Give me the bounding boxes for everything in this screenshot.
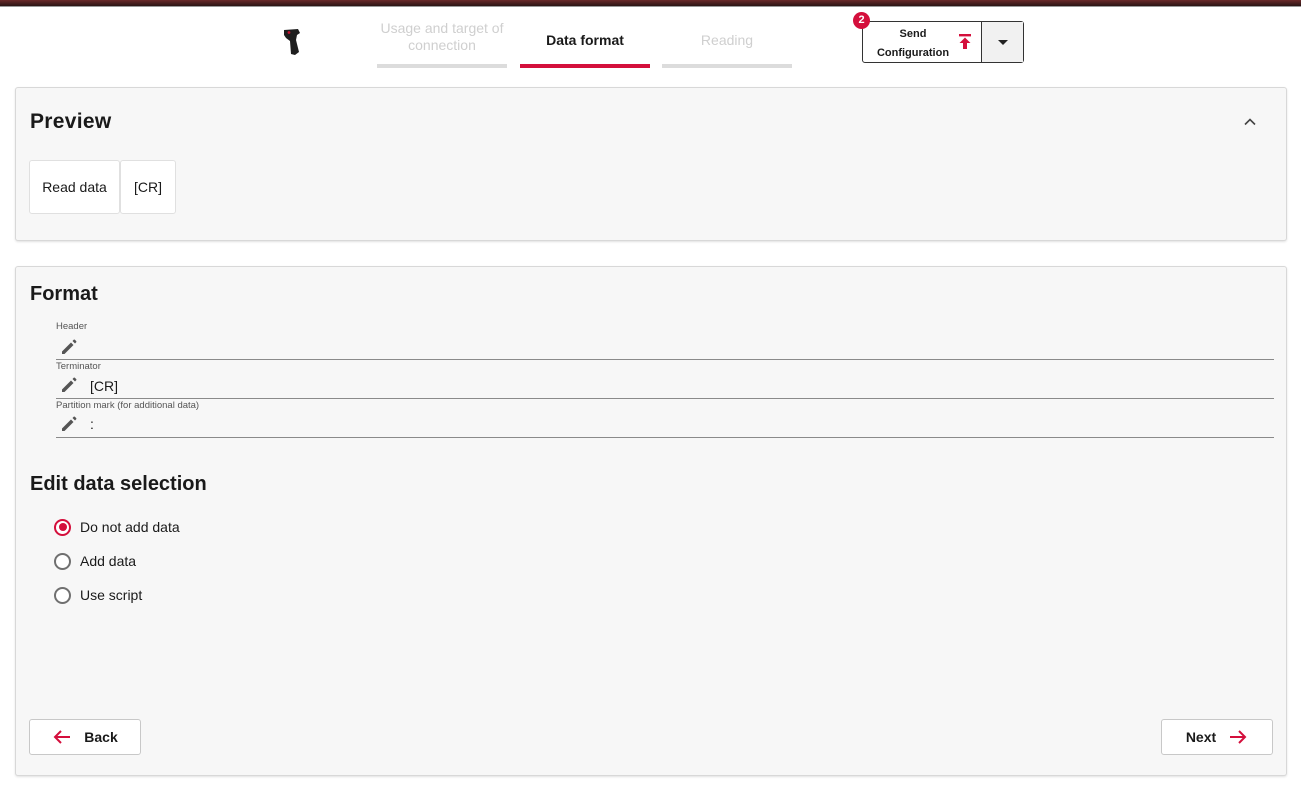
pending-changes-badge: 2	[853, 12, 870, 29]
radio-use-script[interactable]: Use script	[54, 585, 142, 605]
step-label: Usage and target of connection	[380, 20, 504, 53]
partition-mark-field-label: Partition mark (for additional data)	[56, 400, 200, 411]
send-configuration-split-button: Send Configuration	[862, 21, 1024, 63]
radio-button-selected[interactable]	[54, 518, 71, 536]
chevron-up-icon[interactable]	[1242, 114, 1258, 130]
step-label: Reading	[700, 32, 754, 48]
arrow-left-icon	[53, 730, 71, 744]
preview-chip-read-data: Read data	[29, 160, 120, 214]
partition-mark-field-underline	[56, 437, 1274, 438]
radio-add-data[interactable]: Add data	[54, 551, 136, 571]
step-reading[interactable]: Reading	[662, 32, 792, 68]
radio-button[interactable]	[54, 586, 71, 604]
step-data-format[interactable]: Data format	[520, 32, 650, 68]
top-accent-bar	[0, 0, 1301, 7]
format-panel: Format Header Terminator [CR] Partition …	[15, 266, 1287, 776]
send-configuration-label: Send Configuration	[876, 28, 950, 59]
next-label: Next	[1185, 729, 1217, 745]
scanner-device-icon	[284, 29, 300, 55]
step-label: Data format	[546, 32, 624, 48]
back-label: Back	[84, 729, 118, 745]
upload-icon	[959, 34, 971, 49]
next-button[interactable]: Next	[1161, 719, 1273, 755]
step-usage-target[interactable]: Usage and target of connection	[377, 20, 507, 68]
step-underline	[520, 64, 650, 68]
edit-pencil-icon[interactable]	[59, 414, 79, 434]
header-field-underline	[56, 359, 1274, 360]
terminator-field-value[interactable]: [CR]	[90, 378, 118, 394]
edit-pencil-icon[interactable]	[59, 337, 79, 357]
preview-panel: Preview Read data [CR]	[15, 87, 1287, 241]
radio-button[interactable]	[54, 552, 71, 570]
edit-data-selection-title: Edit data selection	[30, 473, 207, 495]
preview-chip-terminator: [CR]	[120, 160, 176, 214]
radio-label: Add data	[80, 553, 137, 569]
send-configuration-button[interactable]: Send Configuration	[863, 22, 981, 62]
terminator-field-label: Terminator	[56, 361, 101, 372]
send-configuration-dropdown[interactable]	[981, 22, 1023, 62]
step-underline	[377, 64, 507, 68]
radio-label: Use script	[80, 587, 143, 603]
edit-pencil-icon[interactable]	[59, 375, 79, 395]
radio-label: Do not add data	[80, 519, 180, 535]
arrow-right-icon	[1230, 730, 1247, 744]
chevron-down-icon	[997, 39, 1008, 45]
back-button[interactable]: Back	[29, 719, 141, 755]
radio-do-not-add-data[interactable]: Do not add data	[54, 517, 180, 537]
partition-mark-field-value[interactable]: :	[90, 416, 94, 432]
step-underline	[662, 64, 792, 68]
header-field-label: Header	[56, 321, 88, 332]
format-title: Format	[30, 283, 98, 305]
preview-title: Preview	[30, 110, 112, 133]
terminator-field-underline	[56, 398, 1274, 399]
